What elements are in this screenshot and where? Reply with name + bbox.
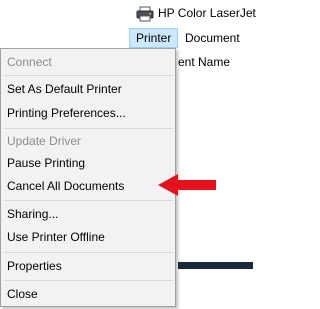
menu-printer[interactable]: Printer — [129, 28, 179, 48]
menu-item-close[interactable]: Close — [7, 284, 38, 304]
menu-item-use-printer-offline[interactable]: Use Printer Offline — [7, 227, 105, 247]
menu-item-printing-preferences[interactable]: Printing Preferences... — [7, 103, 126, 123]
menu-item-update-driver: Update Driver — [7, 134, 82, 148]
menu-separator — [5, 252, 173, 253]
menu-item-properties[interactable]: Properties — [7, 256, 62, 276]
window-title: HP Color LaserJet — [158, 6, 256, 20]
menu-document[interactable]: Document — [179, 28, 246, 48]
menu-item-set-default-printer[interactable]: Set As Default Printer — [7, 79, 122, 99]
menu-item-sharing[interactable]: Sharing... — [7, 204, 58, 224]
menu-item-cancel-all-documents[interactable]: Cancel All Documents — [7, 176, 124, 196]
menu-separator — [5, 200, 173, 201]
menu-separator — [5, 75, 173, 76]
background-window-edge — [178, 262, 253, 269]
title-bar: HP Color LaserJet — [0, 0, 256, 28]
menu-item-pause-printing[interactable]: Pause Printing — [7, 153, 85, 173]
printer-icon — [136, 6, 154, 22]
menu-separator — [5, 280, 173, 281]
red-arrow-icon — [158, 174, 216, 196]
menu-bar: Printer Document — [0, 28, 253, 48]
menu-separator — [5, 128, 173, 129]
menu-item-connect: Connect — [7, 55, 52, 69]
printer-menu-dropdown: Connect Set As Default Printer Printing … — [0, 48, 176, 307]
column-header-document-name[interactable]: ent Name — [178, 55, 230, 69]
